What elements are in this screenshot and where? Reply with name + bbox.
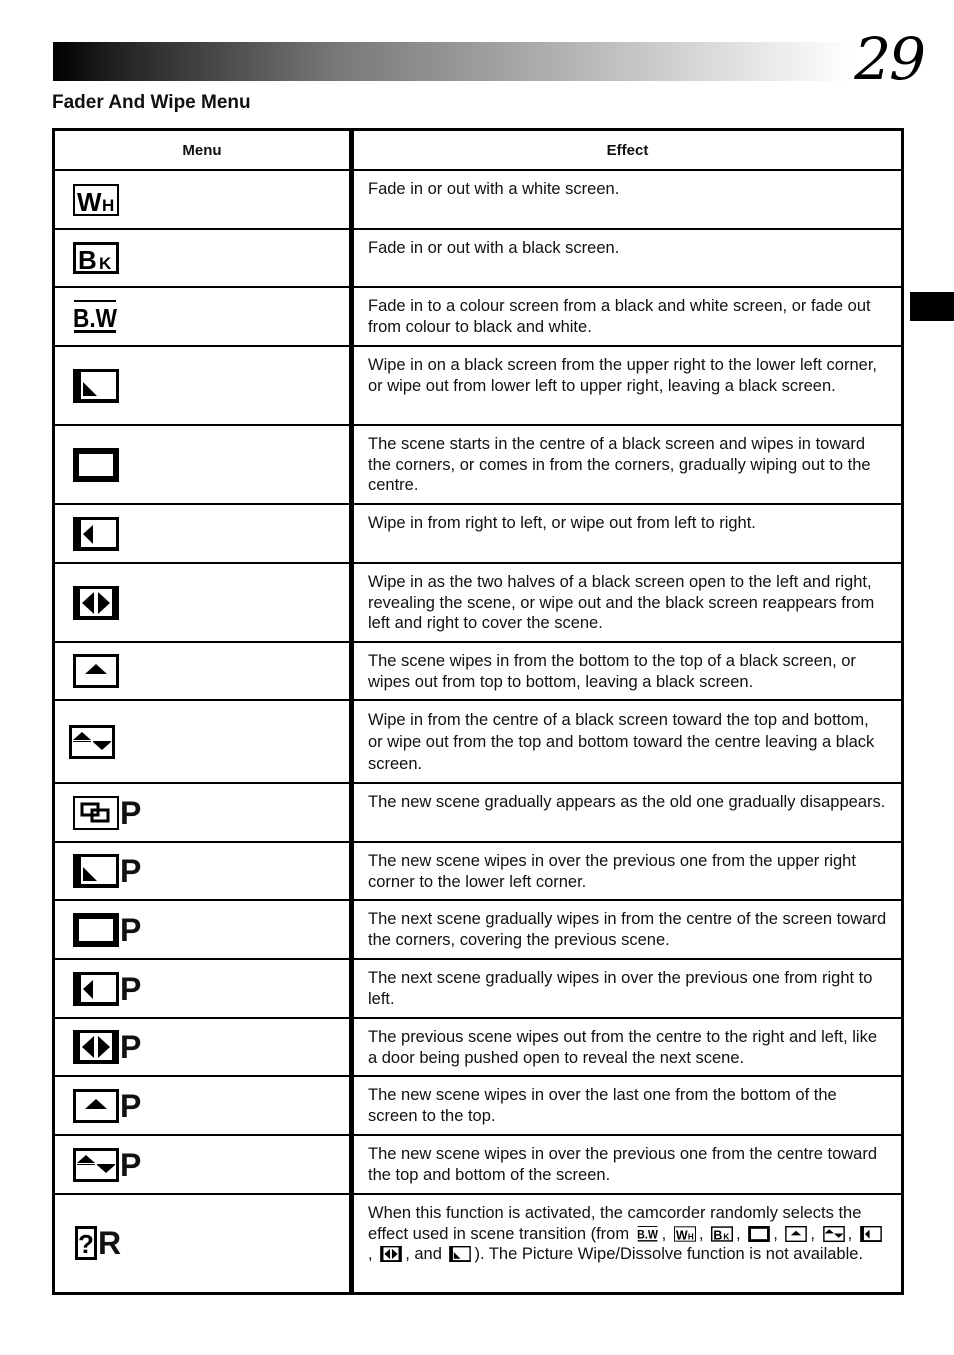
header-menu: Menu <box>53 129 354 171</box>
corner-wipe-icon <box>73 369 119 403</box>
effect-description: Fade in or out with a black screen. <box>351 229 903 288</box>
effect-description: Wipe in from the centre of a black scree… <box>351 700 903 784</box>
table-row: Fade in or out with a black screen. <box>53 229 903 288</box>
shutter-wipe-icon <box>69 725 115 759</box>
fade-black-icon <box>711 1226 733 1242</box>
header-effect: Effect <box>351 129 903 171</box>
table-row: Fade in or out with a white screen. <box>53 170 903 230</box>
chapter-tab-marker <box>910 292 954 321</box>
table-row: P The new scene wipes in over the last o… <box>53 1076 903 1136</box>
effect-description: The previous scene wipes out from the ce… <box>351 1018 903 1077</box>
dissolve-icon: P <box>73 796 141 830</box>
fade-white-icon <box>674 1226 696 1242</box>
table-row: P The new scene gradually appears as the… <box>53 783 903 843</box>
fade-white-icon <box>73 184 119 216</box>
table-row: The scene wipes in from the bottom to th… <box>53 642 903 701</box>
corner-wipe-icon: P <box>73 854 141 888</box>
table-row: Wipe in on a black screen from the upper… <box>53 346 903 426</box>
picture-label: P <box>120 1087 142 1124</box>
slide-wipe-icon <box>860 1226 882 1242</box>
door-wipe-icon: P <box>73 1030 141 1064</box>
picture-label: P <box>120 970 142 1007</box>
fade-bw-icon <box>637 1226 659 1242</box>
header-gradient-bar <box>53 42 853 81</box>
shutter-wipe-icon <box>823 1226 845 1242</box>
effect-description: Wipe in as the two halves of a black scr… <box>351 563 903 643</box>
table-row: Fade in to a colour screen from a black … <box>53 287 903 347</box>
effect-description: The scene wipes in from the bottom to th… <box>351 642 903 701</box>
scroll-wipe-icon <box>785 1226 807 1242</box>
table-row: Wipe in from the centre of a black scree… <box>53 700 903 784</box>
table-row: Wipe in as the two halves of a black scr… <box>53 563 903 643</box>
effect-description: The new scene wipes in over the last one… <box>351 1076 903 1136</box>
scroll-wipe-icon <box>73 654 119 688</box>
shutter-wipe-icon: P <box>73 1148 141 1182</box>
table-row: P The previous scene wipes out from the … <box>53 1018 903 1077</box>
picture-label: P <box>120 1029 142 1065</box>
picture-label: P <box>120 1146 142 1183</box>
table-row: P The next scene gradually wipes in over… <box>53 959 903 1019</box>
scroll-wipe-icon: P <box>73 1089 141 1123</box>
effect-description: Fade in to a colour screen from a black … <box>351 287 903 347</box>
picture-label: P <box>120 911 142 948</box>
table-row: P The new scene wipes in over the previo… <box>53 842 903 901</box>
table-row: The scene starts in the centre of a blac… <box>53 425 903 505</box>
section-title: Fader And Wipe Menu <box>52 92 251 113</box>
fader-wipe-table: Menu Effect Fade in or out with a white … <box>52 128 904 1295</box>
window-wipe-icon: P <box>73 913 141 947</box>
effect-description: The next scene gradually wipes in from t… <box>351 900 903 960</box>
effect-description: Wipe in from right to left, or wipe out … <box>351 504 903 564</box>
table-row: P The new scene wipes in over the previo… <box>53 1135 903 1195</box>
effect-description: Wipe in on a black screen from the upper… <box>351 346 903 426</box>
window-wipe-icon <box>748 1226 770 1242</box>
fade-bw-icon <box>73 300 119 334</box>
random-label: R <box>98 1225 122 1262</box>
door-wipe-icon <box>73 586 119 620</box>
slide-wipe-icon: P <box>73 972 141 1006</box>
effect-description: The new scene wipes in over the previous… <box>351 1135 903 1195</box>
random-icon: R <box>75 1226 121 1260</box>
effect-description: Fade in or out with a white screen. <box>351 170 903 230</box>
fade-black-icon <box>73 242 119 274</box>
picture-label: P <box>120 794 142 831</box>
table-row: R When this function is activated, the c… <box>53 1194 903 1294</box>
picture-label: P <box>120 853 142 889</box>
table-row: Wipe in from right to left, or wipe out … <box>53 504 903 564</box>
effect-description: The new scene gradually appears as the o… <box>351 783 903 843</box>
slide-wipe-icon <box>73 517 119 551</box>
corner-wipe-icon <box>449 1246 471 1262</box>
effect-description: The next scene gradually wipes in over t… <box>351 959 903 1019</box>
table-header-row: Menu Effect <box>53 129 903 171</box>
door-wipe-icon <box>380 1246 402 1262</box>
page-number: 29 <box>854 25 926 93</box>
table-row: P The next scene gradually wipes in from… <box>53 900 903 960</box>
effect-description: The new scene wipes in over the previous… <box>351 842 903 901</box>
effect-description: The scene starts in the centre of a blac… <box>351 425 903 505</box>
effect-description: When this function is activated, the cam… <box>351 1194 903 1294</box>
window-wipe-icon <box>73 448 119 482</box>
